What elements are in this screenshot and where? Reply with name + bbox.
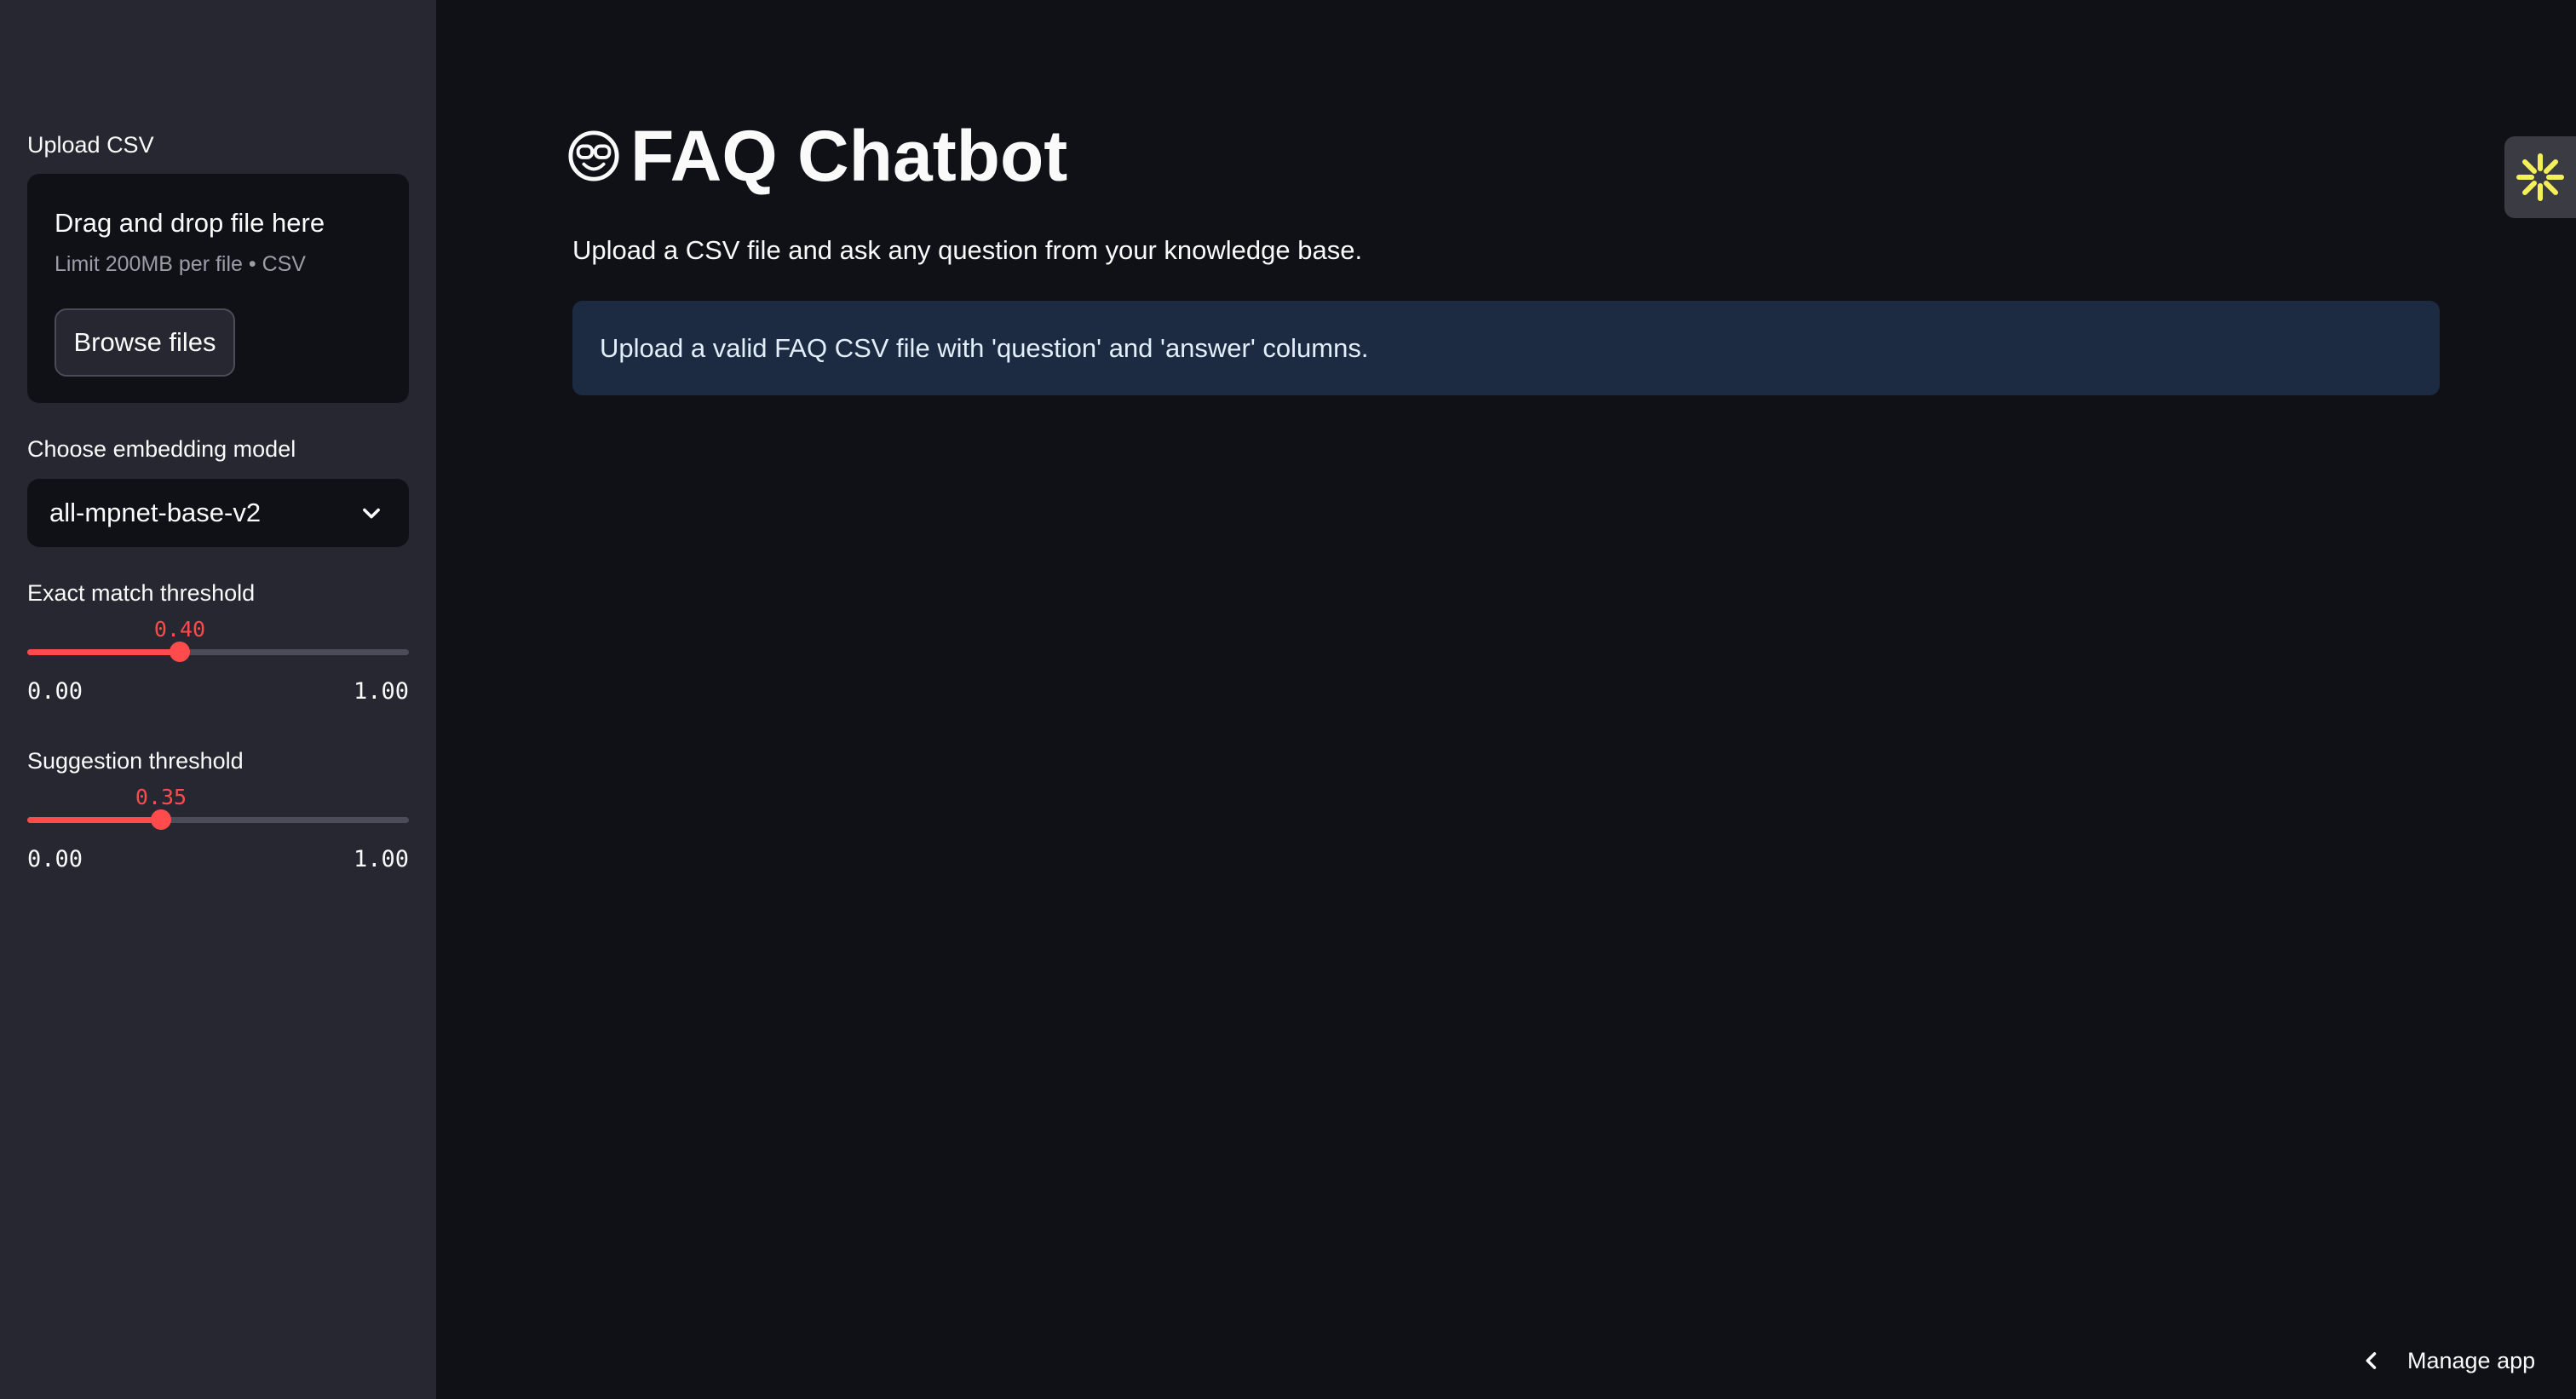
exact-threshold-slider[interactable]: 0.40 0.00 1.00 bbox=[27, 617, 409, 719]
info-alert-text: Upload a valid FAQ CSV file with 'questi… bbox=[600, 333, 1369, 363]
suggestion-threshold-label: Suggestion threshold bbox=[27, 748, 244, 774]
embedding-model-label: Choose embedding model bbox=[27, 436, 296, 462]
page-title: FAQ Chatbot bbox=[630, 115, 1068, 196]
chevron-left-icon bbox=[2366, 1352, 2377, 1369]
upload-csv-label: Upload CSV bbox=[27, 132, 154, 158]
exact-threshold-label: Exact match threshold bbox=[27, 580, 256, 606]
slider-max-label: 1.00 bbox=[353, 678, 409, 705]
embedding-model-value: all-mpnet-base-v2 bbox=[49, 498, 262, 527]
sidebar: Upload CSV Drag and drop file here Limit… bbox=[0, 0, 436, 1399]
manage-app-label: Manage app bbox=[2407, 1347, 2536, 1373]
spinner-icon bbox=[2516, 153, 2564, 201]
info-alert: Upload a valid FAQ CSV file with 'questi… bbox=[572, 301, 2440, 395]
slider-max-label: 1.00 bbox=[353, 846, 409, 872]
slider-track[interactable] bbox=[27, 817, 409, 823]
file-dropzone[interactable]: Drag and drop file here Limit 200MB per … bbox=[27, 174, 409, 403]
manage-app-button[interactable]: Manage app bbox=[2360, 1339, 2535, 1382]
dropzone-title: Drag and drop file here bbox=[55, 208, 325, 238]
slider-thumb[interactable] bbox=[151, 809, 171, 830]
slider-track[interactable] bbox=[27, 649, 409, 655]
nerd-face-icon bbox=[568, 130, 619, 181]
page-subtitle: Upload a CSV file and ask any question f… bbox=[572, 235, 1363, 265]
slider-min-label: 0.00 bbox=[27, 846, 83, 872]
slider-min-label: 0.00 bbox=[27, 678, 83, 705]
exact-threshold-value: 0.40 bbox=[153, 617, 206, 642]
slider-track-fill bbox=[27, 817, 161, 823]
running-status-widget[interactable] bbox=[2504, 136, 2576, 218]
dropzone-limit-text: Limit 200MB per file • CSV bbox=[55, 252, 306, 276]
suggestion-threshold-slider[interactable]: 0.35 0.00 1.00 bbox=[27, 785, 409, 887]
chevron-down-icon bbox=[363, 508, 380, 519]
suggestion-threshold-value: 0.35 bbox=[135, 785, 187, 809]
slider-thumb[interactable] bbox=[170, 642, 190, 662]
browse-files-button[interactable]: Browse files bbox=[55, 308, 235, 377]
embedding-model-select[interactable]: all-mpnet-base-v2 bbox=[27, 479, 409, 547]
slider-track-fill bbox=[27, 649, 180, 655]
page-title-row: FAQ Chatbot bbox=[567, 109, 1067, 203]
